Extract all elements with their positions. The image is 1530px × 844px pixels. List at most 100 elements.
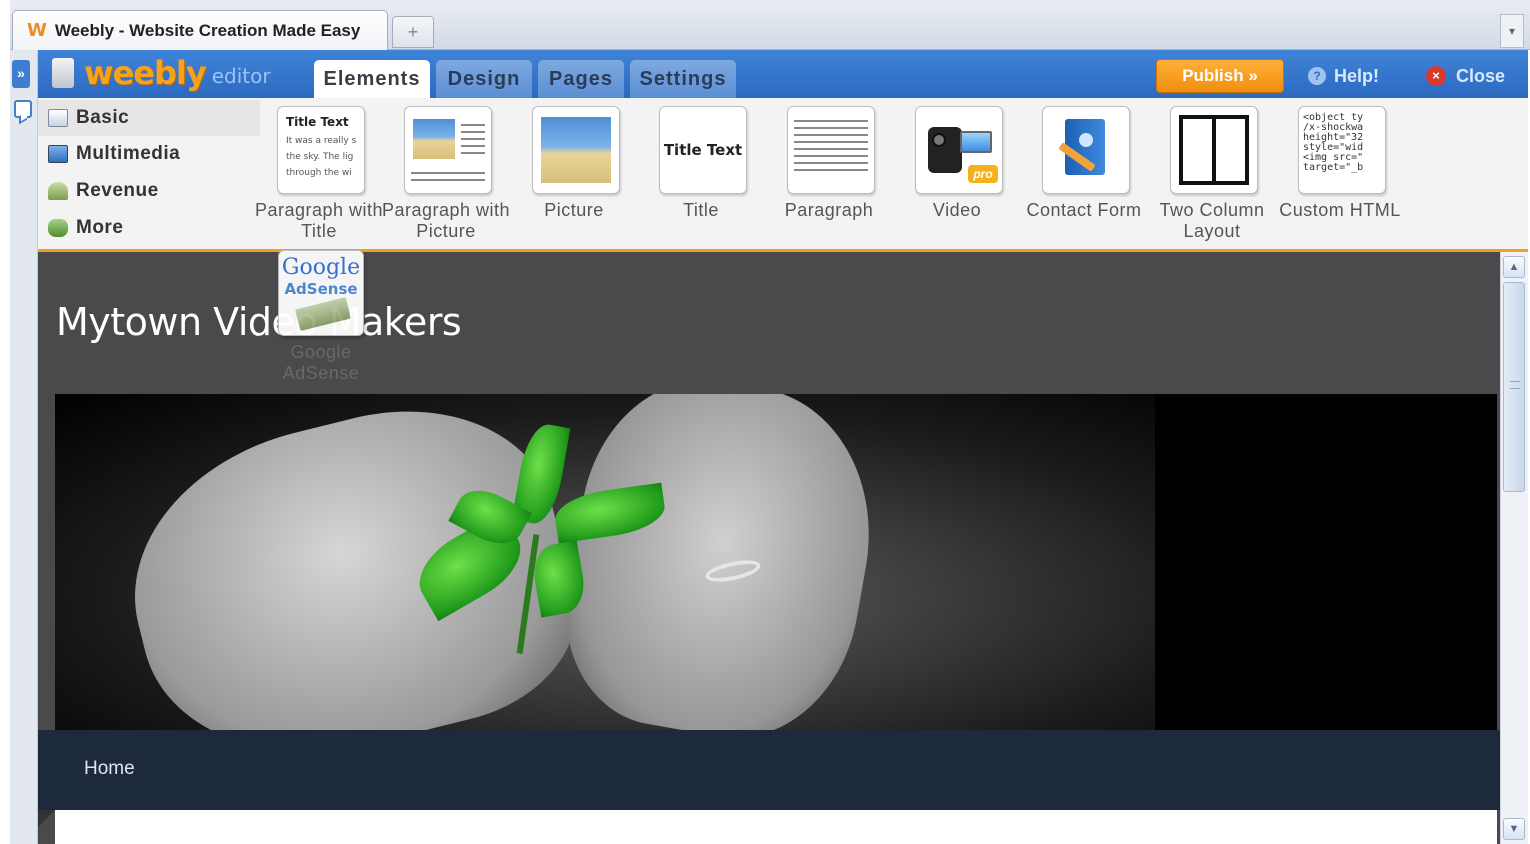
element-picture[interactable]: Picture (515, 104, 633, 249)
help-button[interactable]: ? Help! (1308, 62, 1379, 90)
browser-tab-strip: W Weebly - Website Creation Made Easy + … (0, 0, 1530, 50)
category-list: Basic Multimedia Revenue More (38, 98, 262, 249)
tab-design[interactable]: Design (436, 60, 532, 98)
category-more[interactable]: More (38, 210, 260, 246)
two-column-frame-icon (1179, 115, 1249, 185)
element-paragraph-with-title[interactable]: Title Text It was a really s the sky. Th… (255, 104, 383, 249)
expand-sidebar-icon[interactable]: » (12, 60, 30, 88)
nav-link-home[interactable]: Home (84, 758, 135, 780)
comment-icon[interactable] (14, 100, 32, 118)
two-column-layout-icon (1170, 106, 1258, 194)
category-label: Multimedia (76, 143, 181, 164)
category-basic[interactable]: Basic (38, 100, 260, 136)
element-label: Paragraph (784, 200, 874, 220)
custom-html-icon: <object ty /x-shockwa height="32 style="… (1298, 106, 1386, 194)
element-video[interactable]: pro Video (898, 104, 1016, 249)
tab-settings[interactable]: Settings (630, 60, 736, 98)
new-tab-button[interactable]: + (392, 16, 434, 48)
left-sidebar-strip (10, 50, 38, 844)
element-label: Two Column Layout (1159, 200, 1265, 241)
tab-pages[interactable]: Pages (538, 60, 624, 98)
text-lines-icon (788, 107, 874, 184)
paragraph-with-title-icon: Title Text It was a really s the sky. Th… (277, 106, 365, 194)
element-custom-html[interactable]: <object ty /x-shockwa height="32 style="… (1279, 104, 1400, 249)
browser-tab-title: Weebly - Website Creation Made Easy (54, 20, 361, 40)
thumb-line: the sky. The lig (286, 152, 354, 162)
content-corner (38, 810, 55, 827)
google-adsense-icon: Google AdSense (278, 250, 364, 336)
dragged-element-google-adsense[interactable]: Google AdSense Google AdSense (276, 250, 366, 384)
element-contact-form[interactable]: Contact Form (1025, 104, 1143, 249)
weebly-logo: weebly editor (52, 54, 271, 92)
money-stack-icon (295, 297, 351, 331)
scroll-up-arrow-icon[interactable]: ▲ (1503, 256, 1525, 278)
beach-photo-icon (413, 119, 455, 159)
header-banner-image[interactable] (55, 394, 1497, 730)
weebly-logo-cube-icon (52, 58, 74, 88)
category-multimedia[interactable]: Multimedia (38, 136, 260, 172)
element-label: Paragraph with Title (254, 200, 384, 241)
video-icon: pro (915, 106, 1003, 194)
contact-form-icon (1042, 106, 1130, 194)
element-label: Custom HTML (1279, 200, 1401, 220)
picture-icon (532, 106, 620, 194)
help-label: Help! (1334, 65, 1379, 86)
element-paragraph[interactable]: Paragraph (770, 104, 888, 249)
weebly-editor-window: W Weebly - Website Creation Made Easy + … (0, 0, 1530, 844)
thumb-line: It was a really s (286, 136, 357, 146)
element-label: Picture (544, 200, 604, 220)
adsense-logo-text: AdSense (284, 280, 358, 298)
element-paragraph-with-picture[interactable]: Paragraph with Picture (382, 104, 510, 249)
google-logo-text: Google (281, 255, 361, 280)
category-label: Basic (76, 107, 130, 128)
category-revenue[interactable]: Revenue (38, 173, 260, 209)
thumb-title-text: Title Text (286, 115, 349, 129)
elements-palette: Basic Multimedia Revenue More Title Text… (38, 98, 1528, 252)
element-label: Paragraph with Picture (381, 200, 511, 241)
vertical-scrollbar[interactable]: ▲ ▼ (1500, 252, 1528, 844)
text-lines-icon (405, 159, 491, 193)
help-icon: ? (1308, 67, 1326, 85)
camera-lens-icon (932, 133, 946, 147)
close-button[interactable]: × Close (1426, 62, 1505, 90)
scroll-down-arrow-icon[interactable]: ▼ (1503, 818, 1525, 840)
site-title[interactable]: Mytown Video Makers (56, 300, 462, 344)
publish-button[interactable]: Publish » (1156, 59, 1284, 93)
window-edge (0, 0, 10, 50)
thumb-title-text: Title Text (663, 141, 743, 159)
person-icon (1079, 133, 1093, 147)
element-title[interactable]: Title Text Title (642, 104, 760, 249)
editor-header: weebly editor Elements Design Pages Sett… (38, 50, 1528, 98)
scroll-grip-icon (1510, 381, 1520, 389)
scroll-thumb[interactable] (1503, 282, 1525, 492)
logo-subtext: editor (211, 64, 271, 88)
close-icon: × (1426, 66, 1446, 86)
beach-photo-icon (541, 117, 611, 183)
thumb-line: through the wi (286, 168, 352, 178)
site-content-area[interactable] (55, 810, 1497, 844)
title-icon: Title Text (659, 106, 747, 194)
multimedia-icon (48, 145, 68, 163)
element-two-column-layout[interactable]: Two Column Layout (1153, 104, 1271, 249)
element-label: Title (683, 200, 719, 220)
close-label: Close (1456, 65, 1506, 86)
code-snippet: <object ty /x-shockwa height="32 style="… (1303, 112, 1364, 173)
camcorder-icon (928, 127, 962, 173)
camera-screen-icon (960, 131, 992, 153)
site-navigation: Home (38, 730, 1500, 810)
basic-icon (48, 109, 68, 127)
element-label: Google AdSense (282, 342, 360, 383)
site-canvas[interactable]: Mytown Video Makers Home (38, 252, 1500, 844)
tab-list-dropdown-icon[interactable]: ▾ (1500, 14, 1524, 48)
browser-tab-weebly[interactable]: W Weebly - Website Creation Made Easy (12, 10, 388, 50)
revenue-icon (48, 182, 68, 200)
element-label: Video (932, 200, 982, 220)
paragraph-with-picture-icon (404, 106, 492, 194)
logo-text: weebly (84, 54, 207, 92)
category-label: Revenue (76, 180, 159, 201)
pro-badge: pro (968, 165, 998, 183)
element-label: Contact Form (1026, 200, 1142, 220)
tab-elements[interactable]: Elements (314, 60, 430, 98)
weebly-favicon-icon: W (27, 20, 47, 41)
category-label: More (76, 217, 124, 238)
